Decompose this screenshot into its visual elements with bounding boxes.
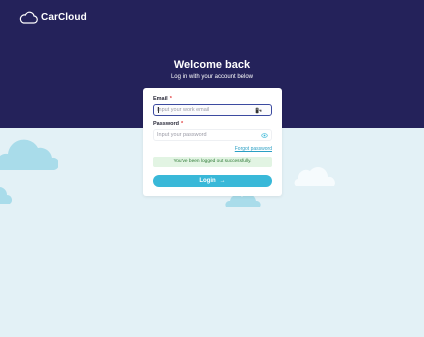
password-label: Password * xyxy=(153,121,183,127)
arrow-right-icon: → xyxy=(219,178,226,184)
password-input[interactable] xyxy=(157,130,253,140)
cloud-icon xyxy=(19,11,38,24)
decorative-cloud-bottom xyxy=(225,194,261,207)
decorative-cloud-left-small xyxy=(0,187,12,204)
password-field[interactable] xyxy=(153,129,272,141)
text-caret xyxy=(158,107,159,113)
login-button-label: Login xyxy=(199,178,216,184)
email-label: Email * xyxy=(153,96,172,102)
password-manager-key-icon[interactable] xyxy=(255,107,262,114)
page-title: Welcome back xyxy=(173,59,251,71)
email-field[interactable] xyxy=(153,104,272,116)
password-label-text: Password xyxy=(153,121,179,127)
email-label-text: Email xyxy=(153,96,168,102)
required-marker: * xyxy=(169,96,172,102)
logout-success-message: You've been logged out successfully. xyxy=(153,157,272,167)
login-card: Email* Password* Forgot password You've … xyxy=(143,88,282,196)
forgot-password-link[interactable]: Forgot password xyxy=(235,146,272,152)
brand-name: CarCloud xyxy=(41,11,87,23)
show-password-eye-icon[interactable] xyxy=(261,132,268,139)
required-marker: * xyxy=(180,121,184,127)
page-subtitle: Log in with your account below xyxy=(170,74,254,80)
email-input[interactable] xyxy=(157,105,253,115)
decorative-cloud-right xyxy=(294,167,335,186)
decorative-cloud-left xyxy=(0,139,58,170)
brand-logo[interactable]: CarCloud xyxy=(19,9,87,25)
login-button[interactable]: Login → xyxy=(153,175,272,187)
